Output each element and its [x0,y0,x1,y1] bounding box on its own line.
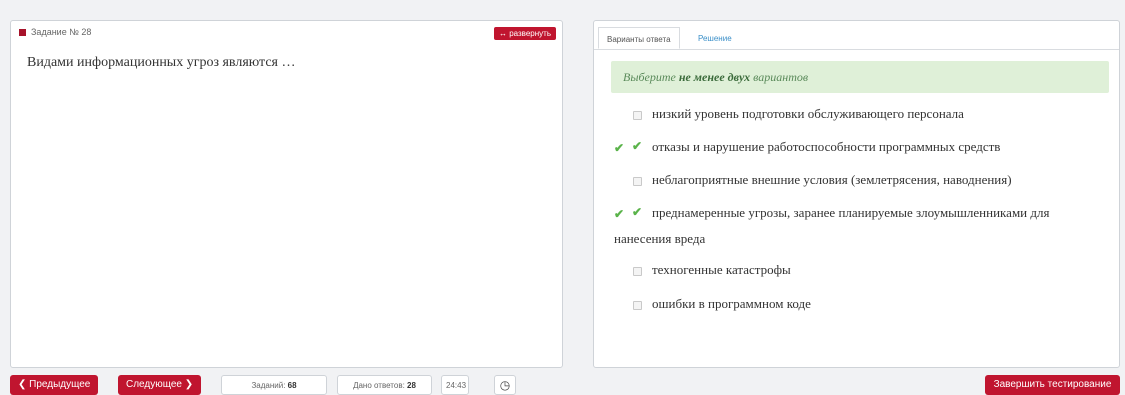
timer: 24:43 [441,375,469,395]
tab-solution[interactable]: Решение [690,27,740,49]
answers-count-value: 28 [407,381,416,390]
next-button[interactable]: Следующее ❯ [118,375,202,395]
option-checkbox[interactable] [633,267,642,276]
tab-answer-options[interactable]: Варианты ответа [598,27,680,49]
tasks-count-label: Заданий: [251,381,286,390]
task-header: Задание № 28 [19,27,91,37]
hint-emphasis: не менее двух [678,70,751,84]
correct-check-icon: ✔ [614,207,625,221]
answer-panel: Варианты ответа Решение Выберите не мене… [593,20,1120,368]
option-checkbox[interactable] [633,111,642,120]
option-label[interactable]: неблагоприятные внешние условия (землетр… [652,172,1012,188]
correct-check-icon: ✔ [614,141,625,155]
option-checkbox[interactable] [633,177,642,186]
hint-prefix: Выберите [623,70,676,84]
option-checkbox[interactable] [633,301,642,310]
task-number: Задание № 28 [31,27,92,37]
option-label[interactable]: ошибки в программном коде [652,296,811,312]
option-label-continuation[interactable]: нанесения вреда [614,231,705,247]
tasks-count-value: 68 [287,381,297,390]
answers-count-label: Дано ответов: [353,381,405,390]
tasks-count: Заданий: 68 [221,375,327,395]
checkbox-checked-icon[interactable]: ✔ [632,206,642,218]
previous-button[interactable]: ❮ Предыдущее [10,375,99,395]
checkbox-checked-icon[interactable]: ✔ [632,140,642,152]
answers-count: Дано ответов: 28 [337,375,432,395]
clock-icon[interactable]: ◷ [494,375,516,395]
answer-tabs: Варианты ответа Решение [594,21,1119,50]
option-label[interactable]: низкий уровень подготовки обслуживающего… [652,106,964,122]
task-marker-icon [19,28,26,36]
question-panel: Задание № 28 ↔ развернуть Видами информа… [10,20,563,368]
option-label[interactable]: техногенные катастрофы [652,262,791,278]
expand-button[interactable]: ↔ развернуть [493,27,556,40]
hint-suffix: вариантов [753,70,809,84]
finish-test-button[interactable]: Завершить тестирование [985,375,1120,395]
question-text: Видами информационных угроз являются … [27,55,296,70]
selection-hint: Выберите не менее двух вариантов [611,61,1109,93]
option-label[interactable]: отказы и нарушение работоспособности про… [652,139,1000,155]
option-label[interactable]: преднамеренные угрозы, заранее планируем… [652,205,1049,221]
